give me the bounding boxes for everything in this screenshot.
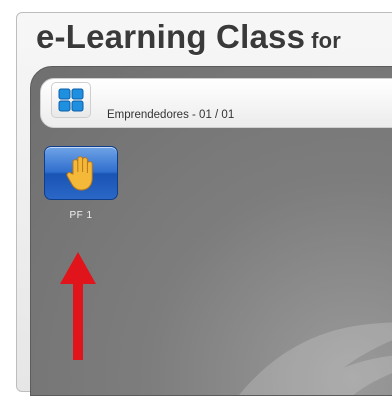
background-swirl-decoration: [239, 322, 392, 395]
grid-layout-icon: [58, 88, 84, 112]
grid-view-button[interactable]: [51, 82, 91, 118]
session-label: Emprendedores - 01 / 01: [107, 109, 235, 121]
student-tile[interactable]: [44, 146, 118, 200]
red-arrow-up-icon: [60, 252, 96, 360]
student-label: PF 1: [69, 210, 93, 221]
app-title-text: e-Learning Class: [36, 18, 306, 55]
raised-hand-icon: [66, 156, 93, 191]
app-title-suffix: for: [311, 28, 342, 53]
app-title: e-Learning Class for: [36, 18, 341, 56]
